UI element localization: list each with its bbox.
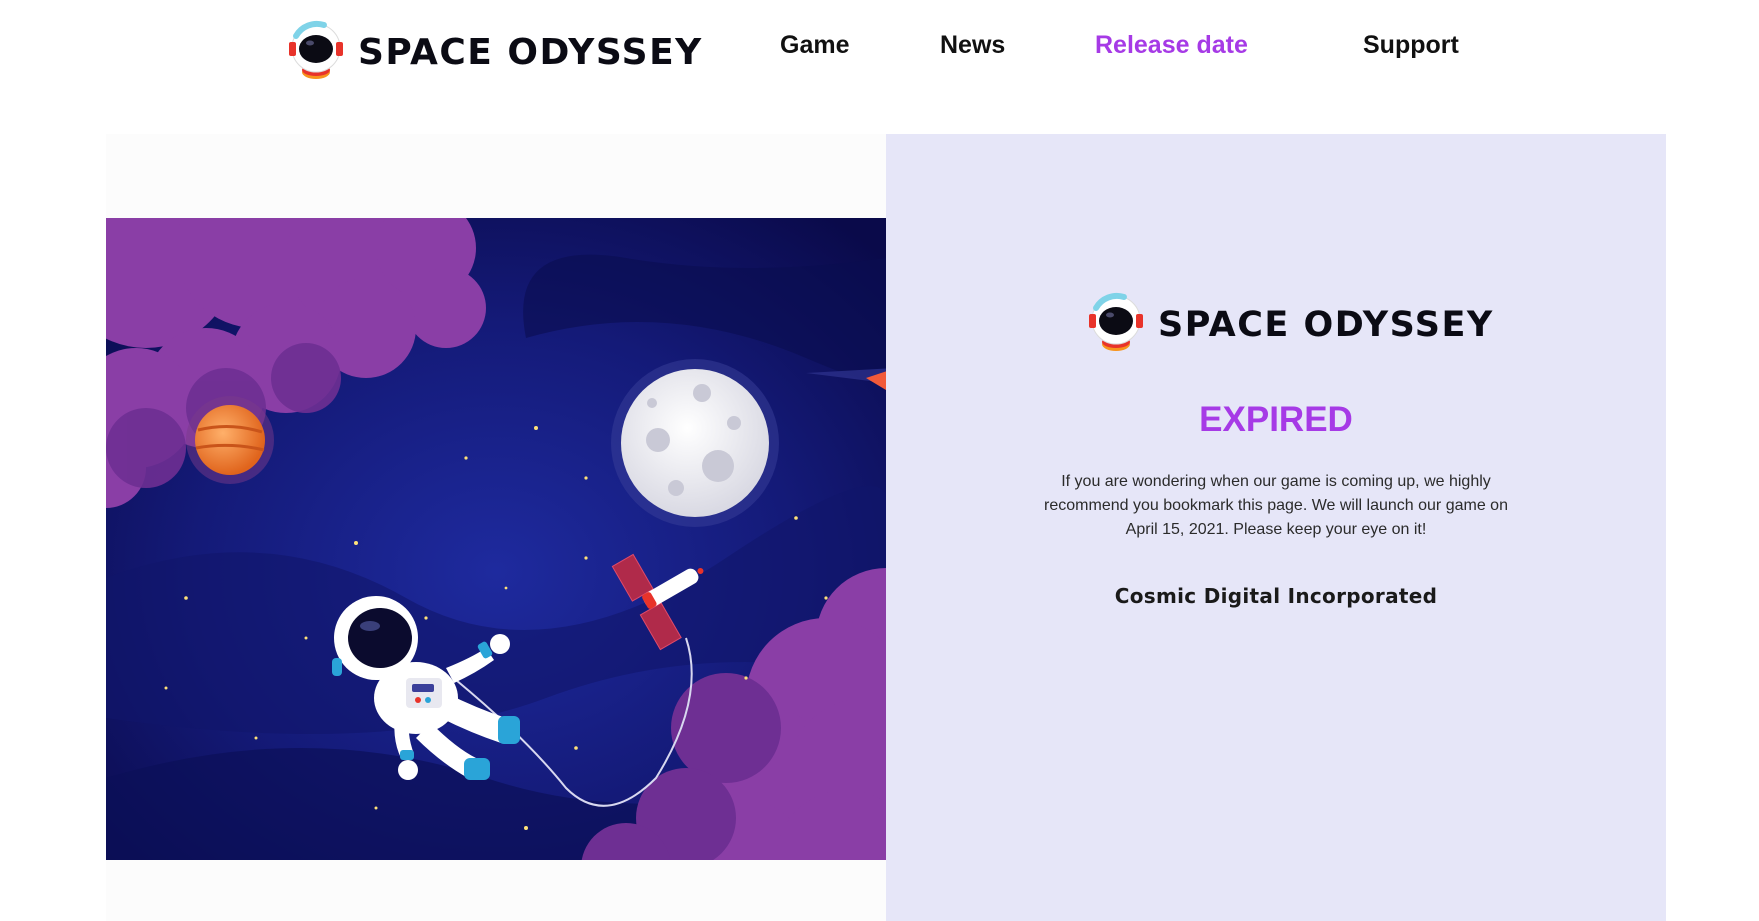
company-name: Cosmic Digital Incorporated — [1114, 584, 1438, 608]
release-description: If you are wondering when our game is co… — [1044, 473, 1508, 538]
site-header: SPACE ODYSSEY Game News Release date Sup… — [0, 0, 1759, 100]
nav-link-release-date[interactable]: Release date — [1095, 31, 1248, 60]
card-brand-logo: SPACE ODYSSEY — [1086, 290, 1494, 359]
nav-link-news[interactable]: News — [940, 31, 1005, 60]
card-brand-name: SPACE ODYSSEY — [1158, 304, 1494, 345]
countdown-status: EXPIRED — [1199, 400, 1353, 439]
nav-link-support[interactable]: Support — [1363, 31, 1459, 60]
astronaut-floating-in-space-illustration — [106, 218, 886, 860]
nav-link-game[interactable]: Game — [780, 31, 849, 60]
astronaut-helmet-icon — [1086, 290, 1146, 359]
page: SPACE ODYSSEY Game News Release date Sup… — [0, 0, 1759, 921]
main-nav: Game News Release date Support — [0, 31, 1759, 71]
